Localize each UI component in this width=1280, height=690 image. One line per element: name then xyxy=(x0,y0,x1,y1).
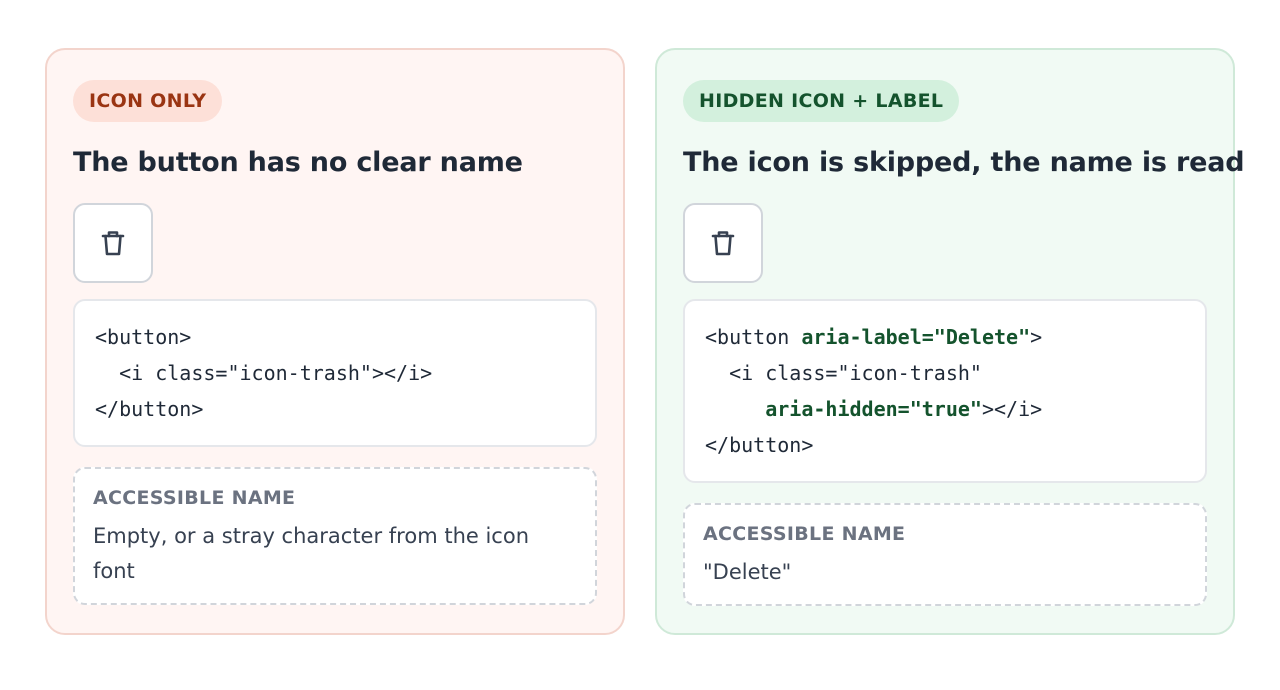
accessible-name-value: "Delete" xyxy=(703,560,792,584)
accessible-name-label: ACCESSIBLE NAME xyxy=(703,523,906,545)
aria-label-attribute: aria-label="Delete" xyxy=(801,325,1031,349)
code-token: <button xyxy=(705,325,802,349)
hidden-icon-label-panel: HIDDEN ICON + LABEL The icon is skipped,… xyxy=(655,48,1245,635)
trash-icon xyxy=(101,231,125,256)
code-line: </button> xyxy=(705,433,814,457)
trash-icon xyxy=(711,231,735,256)
comparison: ICON ONLY The button has no clear name <… xyxy=(45,48,1245,635)
icon-only-badge: ICON ONLY xyxy=(73,80,223,122)
code-line: <button> xyxy=(95,325,192,349)
accessible-name-label: ACCESSIBLE NAME xyxy=(93,487,296,509)
icon-only-title: The button has no clear name xyxy=(73,147,523,178)
code-line: <i class="icon-trash"></i> xyxy=(95,361,433,385)
code-token: ></i> xyxy=(981,397,1043,421)
code-line: <i class="icon-trash" xyxy=(705,361,982,385)
delete-button[interactable] xyxy=(683,203,763,283)
accessible-name-box: ACCESSIBLE NAME "Delete" xyxy=(683,503,1207,606)
code-sample: <button> <i class="icon-trash"></i> </bu… xyxy=(73,299,597,447)
code-sample: <button aria-label="Delete"> <i class="i… xyxy=(683,299,1207,483)
hidden-icon-label-badge: HIDDEN ICON + LABEL xyxy=(683,80,960,122)
hidden-icon-label-title: The icon is skipped, the name is read xyxy=(683,147,1245,178)
aria-hidden-attribute: aria-hidden="true" xyxy=(765,397,982,421)
delete-icon-button[interactable] xyxy=(73,203,153,283)
code-token: > xyxy=(1030,325,1043,349)
accessible-name-value: Empty, or a stray character from the ico… xyxy=(93,524,530,583)
accessible-name-box: ACCESSIBLE NAME Empty, or a stray charac… xyxy=(73,467,597,605)
code-line: </button> xyxy=(95,397,204,421)
icon-only-panel: ICON ONLY The button has no clear name <… xyxy=(45,48,625,635)
